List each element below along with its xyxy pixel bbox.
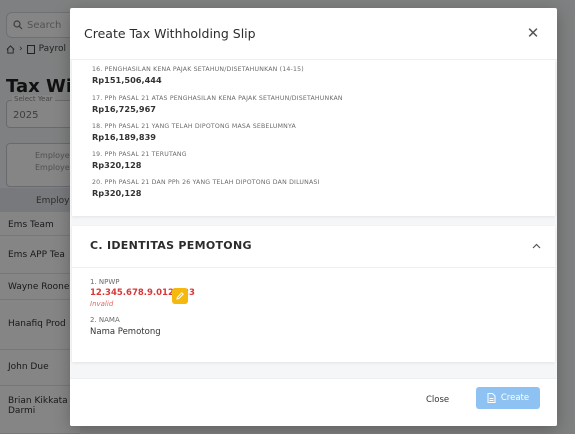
npwp-label: 1. NPWP [90, 278, 120, 286]
pencil-icon [176, 292, 184, 300]
nama-value: Nama Pemotong [90, 327, 161, 337]
section-title: C. IDENTITAS PEMOTONG [90, 239, 252, 252]
info-item: 17. PPh PASAL 21 ATAS PENGHASILAN KENA P… [92, 95, 343, 114]
modal-body[interactable]: 16. PENGHASILAN KENA PAJAK SETAHUN/DISET… [70, 60, 557, 378]
create-button-label: Create [500, 393, 530, 403]
info-item: 18. PPh PASAL 21 YANG TELAH DIPOTONG MAS… [92, 123, 296, 142]
section-header[interactable]: C. IDENTITAS PEMOTONG [72, 226, 555, 268]
create-button[interactable]: Create [476, 387, 540, 409]
info-value: Rp320,128 [92, 160, 142, 170]
identitas-pemotong-section: C. IDENTITAS PEMOTONG 1. NPWP 12.345.678… [72, 226, 555, 362]
info-item: 19. PPh PASAL 21 TERUTANG Rp320,128 [92, 151, 187, 170]
tax-summary-card: 16. PENGHASILAN KENA PAJAK SETAHUN/DISET… [72, 60, 555, 216]
info-value: Rp16,725,967 [92, 104, 156, 114]
chevron-up-icon[interactable] [532, 239, 541, 252]
nama-field: 2. NAMA Nama Pemotong [90, 316, 161, 337]
edit-npwp-button[interactable] [172, 288, 188, 304]
modal-title: Create Tax Withholding Slip [84, 26, 256, 41]
create-tax-slip-modal: Create Tax Withholding Slip ✕ 16. PENGHA… [70, 8, 557, 426]
modal-header: Create Tax Withholding Slip ✕ [70, 8, 557, 60]
info-label: 20. PPh PASAL 21 DAN PPh 26 YANG TELAH D… [92, 179, 320, 186]
info-value: Rp151,506,444 [92, 75, 162, 85]
info-label: 17. PPh PASAL 21 ATAS PENGHASILAN KENA P… [92, 95, 343, 102]
info-label: 18. PPh PASAL 21 YANG TELAH DIPOTONG MAS… [92, 123, 296, 130]
modal-footer: Close Create [70, 378, 557, 426]
info-label: 16. PENGHASILAN KENA PAJAK SETAHUN/DISET… [92, 66, 304, 73]
close-button[interactable]: Close [426, 395, 449, 405]
info-label: 19. PPh PASAL 21 TERUTANG [92, 151, 187, 158]
info-value: Rp320,128 [92, 188, 142, 198]
document-icon [487, 393, 496, 403]
nama-label: 2. NAMA [90, 316, 120, 324]
close-icon[interactable]: ✕ [523, 23, 543, 43]
info-item: 20. PPh PASAL 21 DAN PPh 26 YANG TELAH D… [92, 179, 320, 198]
info-value: Rp16,189,839 [92, 132, 156, 142]
info-item: 16. PENGHASILAN KENA PAJAK SETAHUN/DISET… [92, 66, 304, 85]
